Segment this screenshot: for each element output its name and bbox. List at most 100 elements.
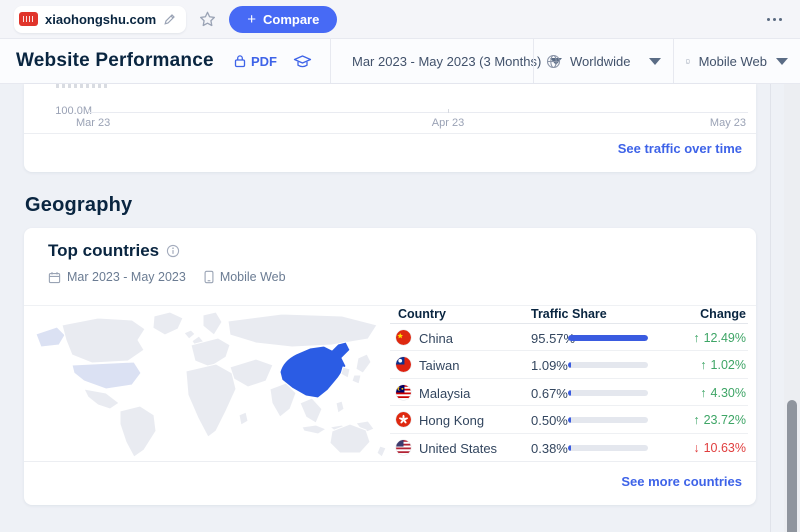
more-options-icon (767, 18, 770, 21)
page-title: Website Performance (0, 50, 214, 72)
edit-icon[interactable] (163, 13, 176, 26)
calendar-icon (48, 271, 61, 284)
country-name: Hong Kong (419, 413, 484, 428)
traffic-share-bar (568, 390, 648, 396)
country-row[interactable]: China95.57%↑12.49% (390, 324, 748, 351)
more-options-button[interactable] (763, 12, 786, 27)
academy-button[interactable] (293, 54, 312, 69)
scrollbar-thumb[interactable] (787, 400, 797, 532)
lock-icon (234, 54, 246, 68)
map-africa (186, 364, 236, 437)
site-selector[interactable]: xiaohongshu.com (14, 6, 186, 33)
device-dropdown[interactable]: Mobile Web (673, 39, 800, 83)
axis-tick (448, 109, 449, 113)
see-traffic-over-time-link[interactable]: See traffic over time (618, 141, 742, 156)
up-arrow-icon: ↑ (693, 413, 699, 427)
date-range-label: Mar 2023 - May 2023 (3 Months) (352, 54, 541, 69)
traffic-share-bar (568, 362, 648, 368)
world-map[interactable] (32, 310, 396, 458)
country-name: China (419, 331, 453, 346)
compare-button[interactable]: + Compare (229, 6, 337, 33)
topbar: xiaohongshu.com + Compare (0, 0, 800, 38)
favorite-star-button[interactable] (198, 6, 217, 33)
map-greenland (153, 312, 183, 335)
traffic-share-bar (568, 417, 648, 423)
change-value: ↑12.49% (693, 331, 746, 345)
graduation-cap-icon (293, 54, 312, 69)
x-axis-labels: Mar 23 Apr 23 May 23 (24, 117, 756, 131)
country-name: Malaysia (419, 386, 470, 401)
traffic-share-value: 0.38% (531, 441, 568, 456)
map-southeast-asia (300, 398, 322, 423)
meta-date-range: Mar 2023 - May 2023 (67, 270, 186, 284)
card-title: Top countries (48, 241, 159, 261)
traffic-share-value: 0.67% (531, 386, 568, 401)
country-flag-icon (396, 440, 411, 455)
country-row[interactable]: United States 0.38% ↓10.63% (390, 434, 748, 461)
gridline (88, 112, 748, 113)
traffic-share-bar (568, 445, 648, 451)
country-flag-icon (396, 385, 411, 400)
change-value: ↓10.63% (693, 441, 746, 455)
traffic-card: 100.0M Mar 23 Apr 23 May 23 See traffic … (24, 84, 756, 172)
up-arrow-icon: ↑ (693, 331, 699, 345)
traffic-share-value: 0.50% (531, 413, 568, 428)
site-name: xiaohongshu.com (45, 12, 156, 27)
compare-button-label: Compare (263, 12, 319, 27)
pdf-export-button[interactable]: PDF (234, 54, 277, 69)
mobile-icon (686, 54, 690, 69)
top-countries-table: Country Traffic Share Change China95.57%… (390, 305, 748, 461)
country-flag-icon (396, 357, 411, 372)
mobile-icon (204, 270, 214, 284)
country-flag-icon (396, 330, 411, 345)
table-body: China95.57%↑12.49% Taiwan 1.09% ↑1.02% Malay… (390, 324, 748, 461)
country-row[interactable]: Hong Kong 0.50% ↑23.72% (390, 406, 748, 433)
change-value: ↑23.72% (693, 413, 746, 427)
map-philippines (336, 401, 344, 413)
map-japan (352, 354, 371, 384)
change-value: ↑1.02% (700, 358, 746, 372)
x-tick-label: May 23 (710, 117, 746, 129)
map-russia (228, 314, 377, 347)
clipped-axis-remnant (56, 84, 108, 88)
plus-icon: + (247, 12, 256, 27)
chevron-down-icon (649, 58, 661, 65)
divider (24, 133, 756, 134)
chevron-down-icon (776, 58, 788, 65)
country-name: Taiwan (419, 358, 459, 373)
table-header: Country Traffic Share Change (390, 305, 748, 324)
scrollbar-track[interactable] (784, 84, 800, 532)
divider (24, 461, 756, 462)
device-label: Mobile Web (699, 54, 767, 69)
country-row[interactable]: Malaysia 0.67% ↑4.30% (390, 379, 748, 406)
map-scandinavia (203, 312, 222, 335)
map-korea (341, 367, 350, 378)
change-value: ↑4.30% (700, 386, 746, 400)
map-united-states (72, 362, 141, 389)
date-range-dropdown[interactable]: Mar 2023 - May 2023 (3 Months) (330, 39, 533, 83)
axis-tick (88, 109, 89, 113)
map-madagascar (239, 412, 248, 425)
region-dropdown[interactable]: Worldwide (533, 39, 673, 83)
traffic-share-bar (568, 335, 648, 341)
pdf-label: PDF (251, 54, 277, 69)
traffic-share-value: 1.09% (531, 358, 568, 373)
down-arrow-icon: ↓ (693, 441, 699, 455)
see-more-countries-link[interactable]: See more countries (621, 474, 742, 489)
meta-device: Mobile Web (220, 270, 286, 284)
country-name: United States (419, 441, 497, 456)
up-arrow-icon: ↑ (700, 358, 706, 372)
country-row[interactable]: Taiwan 1.09% ↑1.02% (390, 351, 748, 378)
x-tick-label: Mar 23 (76, 117, 110, 129)
map-canada (62, 318, 145, 363)
map-south-america (120, 406, 156, 457)
star-icon (201, 12, 215, 25)
x-tick-label: Apr 23 (432, 117, 464, 129)
globe-icon (546, 54, 561, 69)
map-mexico (84, 389, 119, 409)
card-meta: Mar 2023 - May 2023 Mobile Web (48, 270, 286, 284)
up-arrow-icon: ↑ (700, 386, 706, 400)
site-favicon (19, 12, 38, 26)
info-icon[interactable] (166, 244, 180, 258)
geography-section-title: Geography (25, 194, 132, 217)
